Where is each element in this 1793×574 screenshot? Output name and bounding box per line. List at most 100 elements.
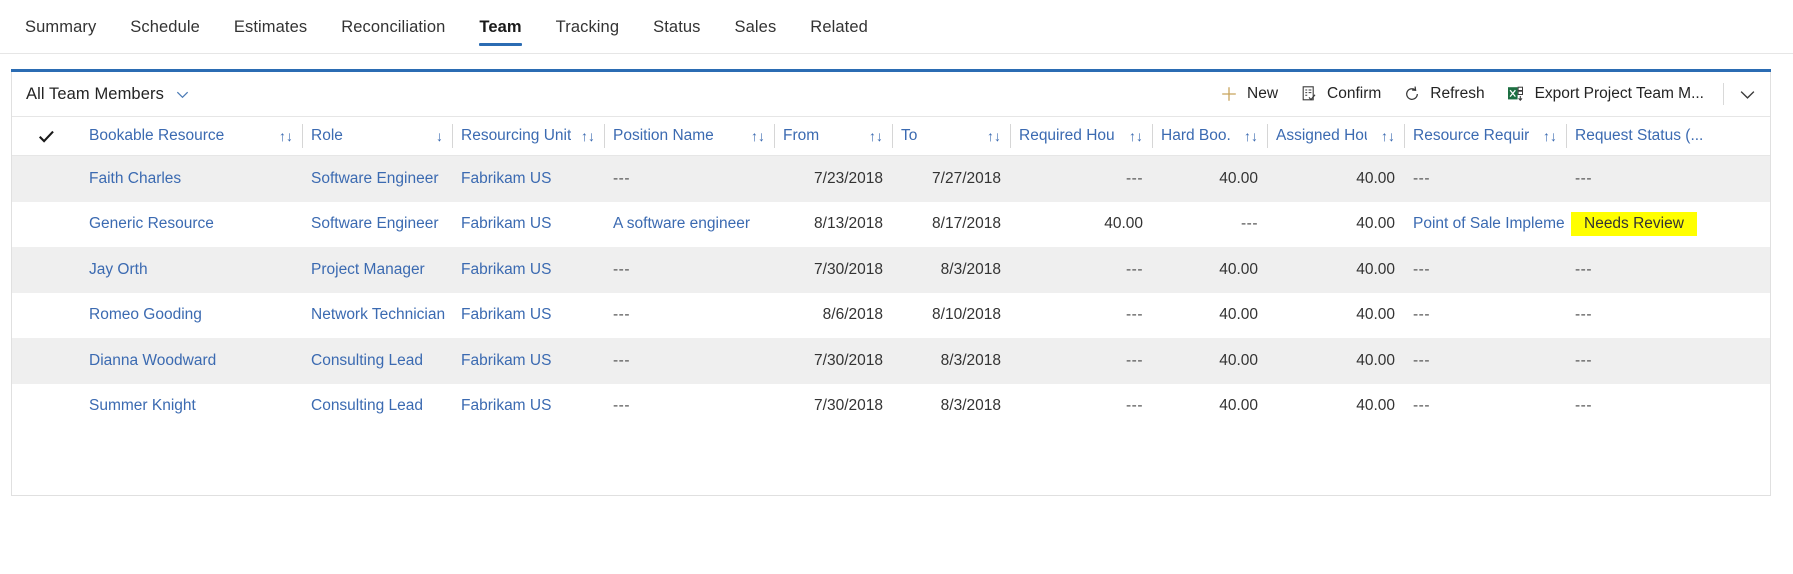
tab-status[interactable]: Status — [636, 0, 717, 54]
tab-reconciliation[interactable]: Reconciliation — [324, 0, 462, 54]
column-header-to[interactable]: To ↑↓ — [892, 117, 1010, 155]
tab-schedule[interactable]: Schedule — [113, 0, 217, 54]
column-header-resourcing-unit[interactable]: Resourcing Unit ↑↓ — [452, 117, 604, 155]
cell-text: 40.00 — [1356, 397, 1395, 415]
cell-text: --- — [613, 351, 630, 369]
cell-text: Consulting Lead — [311, 397, 424, 415]
column-header-hard-booked[interactable]: Hard Boo... ↑↓ — [1152, 117, 1267, 155]
table-row[interactable]: Romeo Gooding Network Technician Fabrikam … — [12, 292, 1770, 339]
cell-role[interactable]: Software Engineer — [302, 202, 452, 248]
cell-text: Fabrikam US — [461, 260, 552, 278]
column-header-from[interactable]: From ↑↓ — [774, 117, 892, 155]
cell-text: Faith Charles — [89, 169, 182, 187]
column-header-bookable-resource[interactable]: Bookable Resource ↑↓ — [80, 117, 302, 155]
tab-estimates[interactable]: Estimates — [217, 0, 324, 54]
cell-to: 8/3/2018 — [892, 384, 1010, 430]
cell-text: A software engineer — [613, 215, 751, 233]
table-row[interactable]: Generic Resource Software Engineer Fabrika… — [12, 201, 1770, 248]
column-header-assigned-hours[interactable]: Assigned Hours ↑↓ — [1267, 117, 1404, 155]
cell-text: 40.00 — [1356, 306, 1395, 324]
cell-bookable-resource[interactable]: Dianna Woodward — [80, 338, 302, 384]
cell-text: 8/13/2018 — [814, 215, 883, 233]
cell-text: Fabrikam US — [461, 306, 552, 324]
sort-both-icon[interactable]: ↑↓ — [1121, 129, 1143, 143]
cell-resource-requirement[interactable]: Point of Sale Impleme... — [1404, 202, 1566, 248]
cell-role[interactable]: Software Engineer — [302, 156, 452, 202]
cell-resourcing-unit[interactable]: Fabrikam US — [452, 156, 604, 202]
cell-bookable-resource[interactable]: Summer Knight — [80, 384, 302, 430]
cell-text: 8/10/2018 — [932, 306, 1001, 324]
cell-text: 7/30/2018 — [814, 260, 883, 278]
sort-both-icon[interactable]: ↑↓ — [1535, 129, 1557, 143]
tab-label: Summary — [25, 17, 97, 36]
select-all-checkbox[interactable] — [12, 117, 80, 155]
cell-text: Fabrikam US — [461, 169, 552, 187]
column-header-resource-requirement[interactable]: Resource Require... ↑↓ — [1404, 117, 1566, 155]
row-checkbox[interactable] — [12, 384, 80, 430]
cell-resourcing-unit[interactable]: Fabrikam US — [452, 384, 604, 430]
tab-strip: Summary Schedule Estimates Reconciliation Te… — [0, 0, 1793, 54]
cell-bookable-resource[interactable]: Generic Resource — [80, 202, 302, 248]
cell-resource-requirement: --- — [1404, 384, 1566, 430]
export-project-team-button[interactable]: Export Project Team M... — [1496, 76, 1715, 112]
chevron-down-icon — [1739, 86, 1756, 103]
tab-summary[interactable]: Summary — [8, 0, 113, 54]
cell-resourcing-unit[interactable]: Fabrikam US — [452, 202, 604, 248]
confirm-button[interactable]: Confirm — [1289, 76, 1392, 112]
cell-role[interactable]: Consulting Lead — [302, 338, 452, 384]
tab-related[interactable]: Related — [793, 0, 885, 54]
sort-both-icon[interactable]: ↑↓ — [979, 129, 1001, 143]
cell-bookable-resource[interactable]: Faith Charles — [80, 156, 302, 202]
column-header-role[interactable]: Role ↓ — [302, 117, 452, 155]
column-header-position-name[interactable]: Position Name ↑↓ — [604, 117, 774, 155]
row-checkbox[interactable] — [12, 293, 80, 339]
table-row[interactable]: Dianna Woodward Consulting Lead Fabrikam U… — [12, 338, 1770, 384]
cell-text: --- — [1413, 260, 1430, 278]
cell-text: --- — [1126, 306, 1143, 324]
chevron-down-icon — [175, 87, 190, 102]
view-selector[interactable]: All Team Members — [24, 81, 198, 108]
sort-both-icon[interactable]: ↑↓ — [1373, 129, 1395, 143]
tab-sales[interactable]: Sales — [718, 0, 794, 54]
sort-both-icon[interactable]: ↑↓ — [271, 129, 293, 143]
tab-team[interactable]: Team — [462, 0, 538, 54]
cell-resourcing-unit[interactable]: Fabrikam US — [452, 293, 604, 339]
sort-desc-icon[interactable]: ↓ — [428, 129, 443, 143]
tab-tracking[interactable]: Tracking — [539, 0, 636, 54]
table-row[interactable]: Faith Charles Software Engineer Fabrikam U… — [12, 156, 1770, 202]
row-checkbox[interactable] — [12, 338, 80, 384]
sort-both-icon[interactable]: ↑↓ — [573, 129, 595, 143]
cell-position-name[interactable]: A software engineer — [604, 202, 774, 248]
column-header-request-status[interactable]: Request Status (... — [1566, 117, 1770, 155]
cell-bookable-resource[interactable]: Jay Orth — [80, 247, 302, 293]
cell-assigned-hours: 40.00 — [1267, 202, 1404, 248]
refresh-button-label: Refresh — [1430, 85, 1485, 102]
table-row[interactable]: Summer Knight Consulting Lead Fabrikam US -… — [12, 383, 1770, 430]
row-checkbox[interactable] — [12, 156, 80, 202]
sort-both-icon[interactable]: ↑↓ — [861, 129, 883, 143]
cell-hard-booked: 40.00 — [1152, 156, 1267, 202]
cell-from: 8/6/2018 — [774, 293, 892, 339]
cell-required-hours: --- — [1010, 338, 1152, 384]
cell-text: Software Engineer — [311, 169, 439, 187]
sort-both-icon[interactable]: ↑↓ — [743, 129, 765, 143]
new-button[interactable]: New — [1209, 76, 1289, 112]
command-bar-overflow-button[interactable] — [1730, 76, 1764, 112]
cell-resourcing-unit[interactable]: Fabrikam US — [452, 338, 604, 384]
row-checkbox[interactable] — [12, 202, 80, 248]
cell-text: Dianna Woodward — [89, 351, 217, 369]
cell-text: Romeo Gooding — [89, 306, 202, 324]
column-header-required-hours[interactable]: Required Hours ↑↓ — [1010, 117, 1152, 155]
cell-role[interactable]: Network Technician — [302, 293, 452, 339]
cell-resourcing-unit[interactable]: Fabrikam US — [452, 247, 604, 293]
cell-request-status: --- — [1566, 156, 1770, 202]
cell-role[interactable]: Project Manager — [302, 247, 452, 293]
refresh-button[interactable]: Refresh — [1392, 76, 1495, 112]
cell-bookable-resource[interactable]: Romeo Gooding — [80, 293, 302, 339]
cell-resource-requirement: --- — [1404, 293, 1566, 339]
cell-to: 8/17/2018 — [892, 202, 1010, 248]
row-checkbox[interactable] — [12, 247, 80, 293]
cell-role[interactable]: Consulting Lead — [302, 384, 452, 430]
table-row[interactable]: Jay Orth Project Manager Fabrikam US --- 7/3… — [12, 247, 1770, 293]
sort-both-icon[interactable]: ↑↓ — [1236, 129, 1258, 143]
